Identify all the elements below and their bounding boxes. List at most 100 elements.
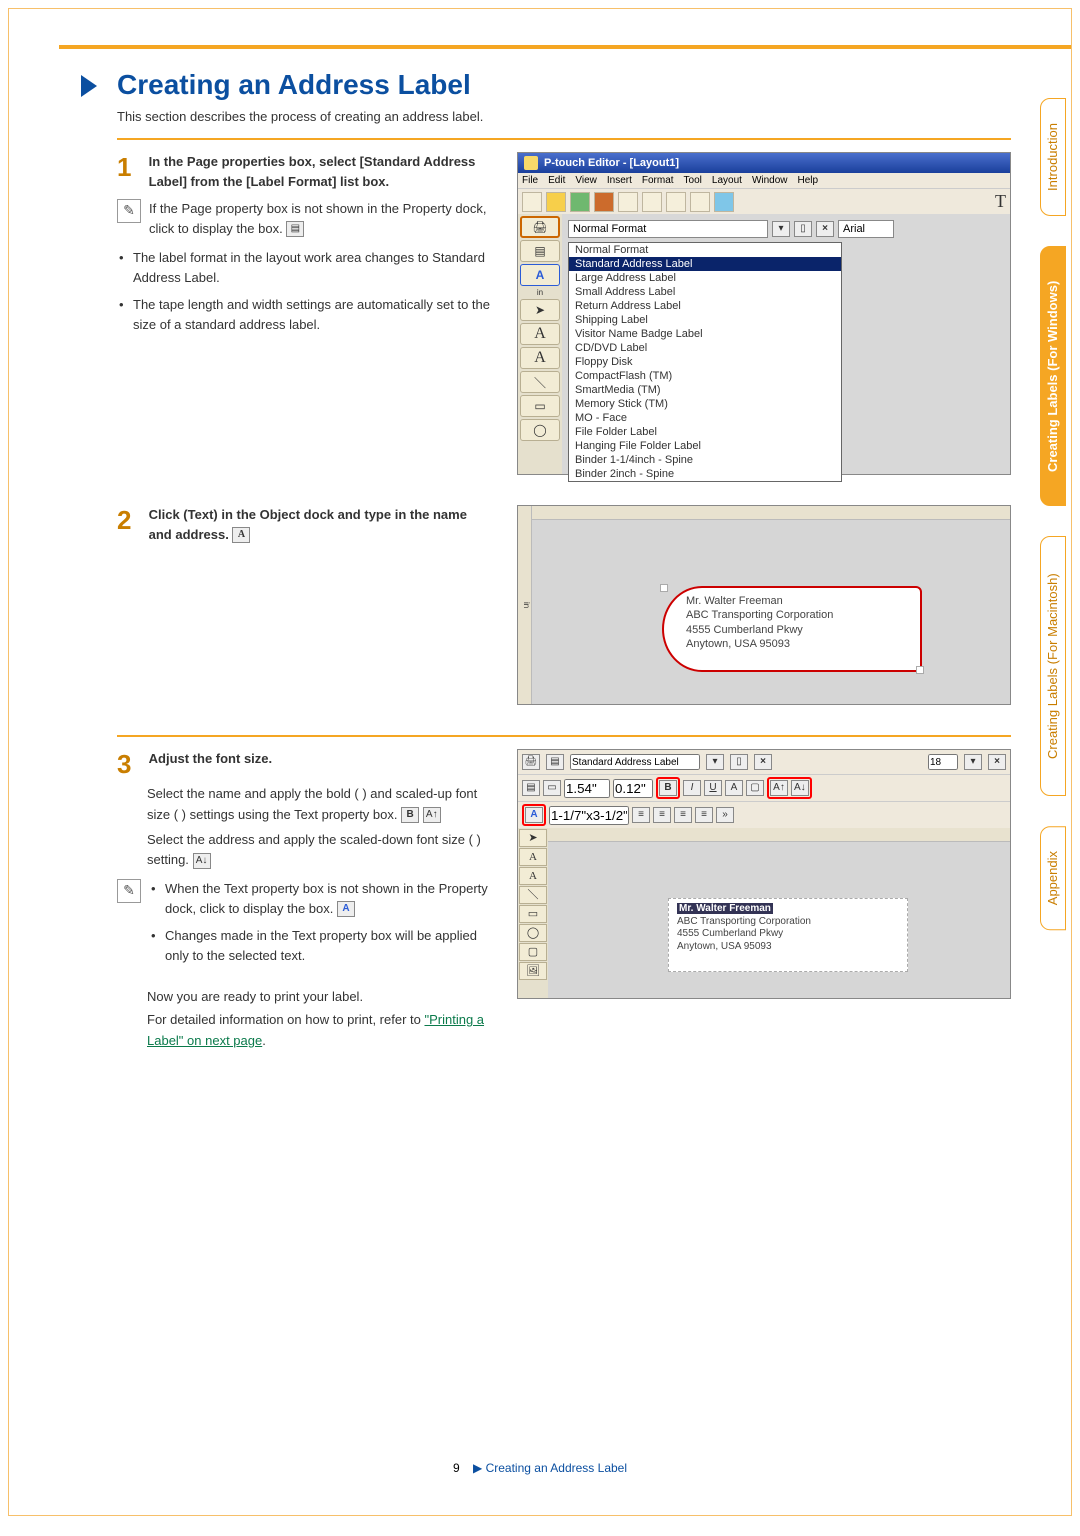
fontsize-input[interactable] <box>928 754 958 770</box>
text-prop-toggle[interactable]: A <box>525 807 543 823</box>
toolbar-button[interactable] <box>690 192 710 212</box>
menu-file[interactable]: File <box>522 175 538 186</box>
dd-item[interactable]: Floppy Disk <box>569 355 841 369</box>
align-right-btn[interactable]: ≡ <box>674 807 692 823</box>
menu-edit[interactable]: Edit <box>548 175 565 186</box>
tool-icon[interactable]: ▤ <box>522 780 540 796</box>
ellipse-tool[interactable]: ◯ <box>519 924 547 942</box>
close-icon[interactable]: × <box>754 754 772 770</box>
toolbar-button[interactable] <box>594 192 614 212</box>
menu-help[interactable]: Help <box>798 175 819 186</box>
menu-insert[interactable]: Insert <box>607 175 632 186</box>
line-tool[interactable]: ＼ <box>519 886 547 904</box>
note-icon <box>117 879 141 903</box>
font-up-btn[interactable]: A↑ <box>770 780 788 796</box>
canvas[interactable]: Mr. Walter Freeman ABC Transporting Corp… <box>548 828 1010 998</box>
toolbar-button[interactable] <box>714 192 734 212</box>
toolbar-button[interactable] <box>666 192 686 212</box>
dropdown-icon[interactable]: ▾ <box>964 754 982 770</box>
dd-item[interactable]: MO - Face <box>569 411 841 425</box>
dd-item[interactable]: CompactFlash (TM) <box>569 369 841 383</box>
menu-window[interactable]: Window <box>752 175 788 186</box>
toolbar-button[interactable] <box>642 192 662 212</box>
tape-size[interactable] <box>549 806 629 825</box>
dropdown-icon[interactable]: ▾ <box>772 221 790 237</box>
dd-item[interactable]: Shipping Label <box>569 313 841 327</box>
tab-appendix[interactable]: Appendix <box>1040 826 1066 930</box>
bold-btn[interactable]: B <box>659 780 677 796</box>
screenshot-3: 🖨 ▤ ▾ ▯ × ▾ × ▤ ▭ B I <box>517 749 1011 999</box>
format-select[interactable] <box>570 754 700 770</box>
text-art-tool[interactable]: A <box>519 867 547 885</box>
menu-view[interactable]: View <box>575 175 597 186</box>
dd-item[interactable]: Memory Stick (TM) <box>569 397 841 411</box>
underline-btn[interactable]: U <box>704 780 722 796</box>
image-tool[interactable]: 🖼 <box>519 962 547 980</box>
label-preview[interactable]: Mr. Walter Freeman ABC Transporting Corp… <box>662 586 922 672</box>
dd-item[interactable]: Hanging File Folder Label <box>569 439 841 453</box>
menu-layout[interactable]: Layout <box>712 175 742 186</box>
strike-btn[interactable]: A <box>725 780 743 796</box>
dd-item-selected[interactable]: Standard Address Label <box>569 257 841 271</box>
pointer-tool[interactable]: ➤ <box>519 829 547 847</box>
dock-btn[interactable]: ▤ <box>520 240 560 262</box>
font-combo[interactable] <box>838 220 894 238</box>
dd-item[interactable]: Return Address Label <box>569 299 841 313</box>
print-icon[interactable]: 🖨 <box>522 754 540 770</box>
dd-item[interactable]: Large Address Label <box>569 271 841 285</box>
margin-input[interactable] <box>613 779 653 798</box>
page-prop-btn[interactable]: 🖨 <box>520 216 560 238</box>
toolbar-button[interactable] <box>570 192 590 212</box>
rrect-tool[interactable]: ▢ <box>519 943 547 961</box>
text-tool[interactable]: A <box>520 323 560 345</box>
dropdown-icon[interactable]: ▾ <box>706 754 724 770</box>
length-input[interactable] <box>564 779 610 798</box>
tab-introduction[interactable]: Introduction <box>1040 98 1066 216</box>
toolbar-button[interactable] <box>546 192 566 212</box>
close-icon[interactable]: × <box>816 221 834 237</box>
more-btn[interactable]: » <box>716 807 734 823</box>
screenshot-2: in Mr. Walter Freeman ABC Transporting C… <box>517 505 1011 705</box>
label-line-4: Anytown, USA 95093 <box>686 637 910 651</box>
tab-windows[interactable]: Creating Labels (For Windows) <box>1040 246 1066 506</box>
dd-item[interactable]: CD/DVD Label <box>569 341 841 355</box>
close-icon[interactable]: × <box>988 754 1006 770</box>
menu-tool[interactable]: Tool <box>684 175 702 186</box>
label-format-combo[interactable] <box>568 220 768 238</box>
outline-btn[interactable]: ▢ <box>746 780 764 796</box>
dd-item[interactable]: File Folder Label <box>569 425 841 439</box>
text-T-icon[interactable]: T <box>995 191 1006 212</box>
align-center-btn[interactable]: ≡ <box>653 807 671 823</box>
italic-btn[interactable]: I <box>683 780 701 796</box>
text-prop-btn[interactable]: A <box>520 264 560 286</box>
tool-icon[interactable]: ▭ <box>543 780 561 796</box>
toolbar-button[interactable] <box>618 192 638 212</box>
dd-item[interactable]: Small Address Label <box>569 285 841 299</box>
font-down-btn[interactable]: A↓ <box>791 780 809 796</box>
menu-format[interactable]: Format <box>642 175 674 186</box>
justify-btn[interactable]: ≡ <box>695 807 713 823</box>
rect-tool[interactable]: ▭ <box>519 905 547 923</box>
rounded-rect-tool[interactable]: ◯ <box>520 419 560 441</box>
tab-macintosh[interactable]: Creating Labels (For Macintosh) <box>1040 536 1066 796</box>
l3-line3: 4555 Cumberland Pkwy <box>677 928 899 941</box>
toolbar-button[interactable] <box>522 192 542 212</box>
label-preview-3[interactable]: Mr. Walter Freeman ABC Transporting Corp… <box>668 898 908 972</box>
layout-icon[interactable]: ▤ <box>546 754 564 770</box>
label-format-dropdown[interactable]: Normal Format Standard Address Label Lar… <box>568 242 842 482</box>
align-left-btn[interactable]: ≡ <box>632 807 650 823</box>
text-tool-icon: A <box>232 527 250 543</box>
dd-item[interactable]: Binder 2inch - Spine <box>569 467 841 481</box>
label-line-1: Mr. Walter Freeman <box>686 594 910 608</box>
pointer-tool[interactable]: ➤ <box>520 299 560 321</box>
text-art-tool[interactable]: A <box>520 347 560 369</box>
text-tool[interactable]: A <box>519 848 547 866</box>
orient-icon[interactable]: ▯ <box>730 754 748 770</box>
dd-item[interactable]: Visitor Name Badge Label <box>569 327 841 341</box>
dd-item[interactable]: SmartMedia (TM) <box>569 383 841 397</box>
rect-tool[interactable]: ▭ <box>520 395 560 417</box>
line-tool[interactable]: ＼ <box>520 371 560 393</box>
orient-icon[interactable]: ▯ <box>794 221 812 237</box>
dd-item[interactable]: Normal Format <box>569 243 841 257</box>
dd-item[interactable]: Binder 1-1/4inch - Spine <box>569 453 841 467</box>
